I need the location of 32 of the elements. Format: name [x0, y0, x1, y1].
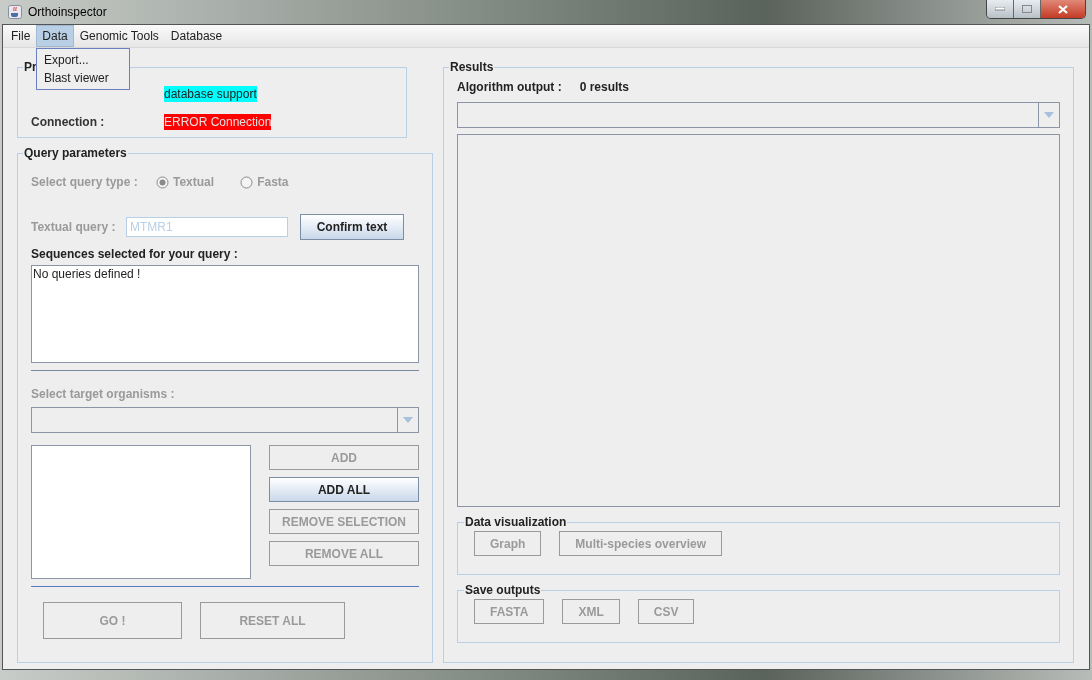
- panel-title: Pr: [23, 60, 38, 74]
- menu-item[interactable]: Database: [164, 25, 229, 47]
- menu-option[interactable]: Blast viewer: [37, 69, 129, 87]
- panel-title: Results: [449, 60, 495, 74]
- field-label: Algorithm output :: [457, 80, 562, 96]
- panel-title: Query parameters: [23, 146, 128, 160]
- cup-icon: [8, 5, 22, 19]
- panel-title: Data visualization: [464, 515, 568, 529]
- menu-item[interactable]: File: [5, 25, 37, 47]
- result-count: 0 results: [579, 80, 629, 96]
- close-button[interactable]: [1041, 0, 1085, 18]
- maximize-icon: [1022, 5, 1032, 13]
- window-title: Orthoinspector: [28, 5, 107, 19]
- status-value: database support: [164, 86, 257, 102]
- maximize-button[interactable]: [1014, 0, 1041, 18]
- menu-item[interactable]: Data: [36, 25, 74, 47]
- panel-title: Save outputs: [464, 583, 542, 597]
- field-label: Select target organisms :: [31, 387, 176, 401]
- field-label: Select query type :: [31, 175, 139, 189]
- menu-item[interactable]: Genomic Tools: [73, 25, 165, 47]
- results-dropdown[interactable]: [457, 102, 1060, 128]
- field-label: Textual query :: [31, 220, 117, 234]
- field-label: Connection :: [31, 115, 106, 129]
- dropdown-arrow-icon: [403, 417, 413, 423]
- placeholder-text: No queries defined !: [33, 267, 141, 281]
- menu-option[interactable]: Export...: [37, 51, 129, 69]
- minimize-button[interactable]: [987, 0, 1014, 18]
- close-icon: [1058, 4, 1068, 14]
- minimize-icon: [995, 7, 1005, 11]
- section-label: Sequences selected for your query :: [31, 247, 239, 261]
- dropdown-arrow-icon: [1044, 112, 1054, 118]
- status-value: ERROR Connection: [164, 114, 272, 130]
